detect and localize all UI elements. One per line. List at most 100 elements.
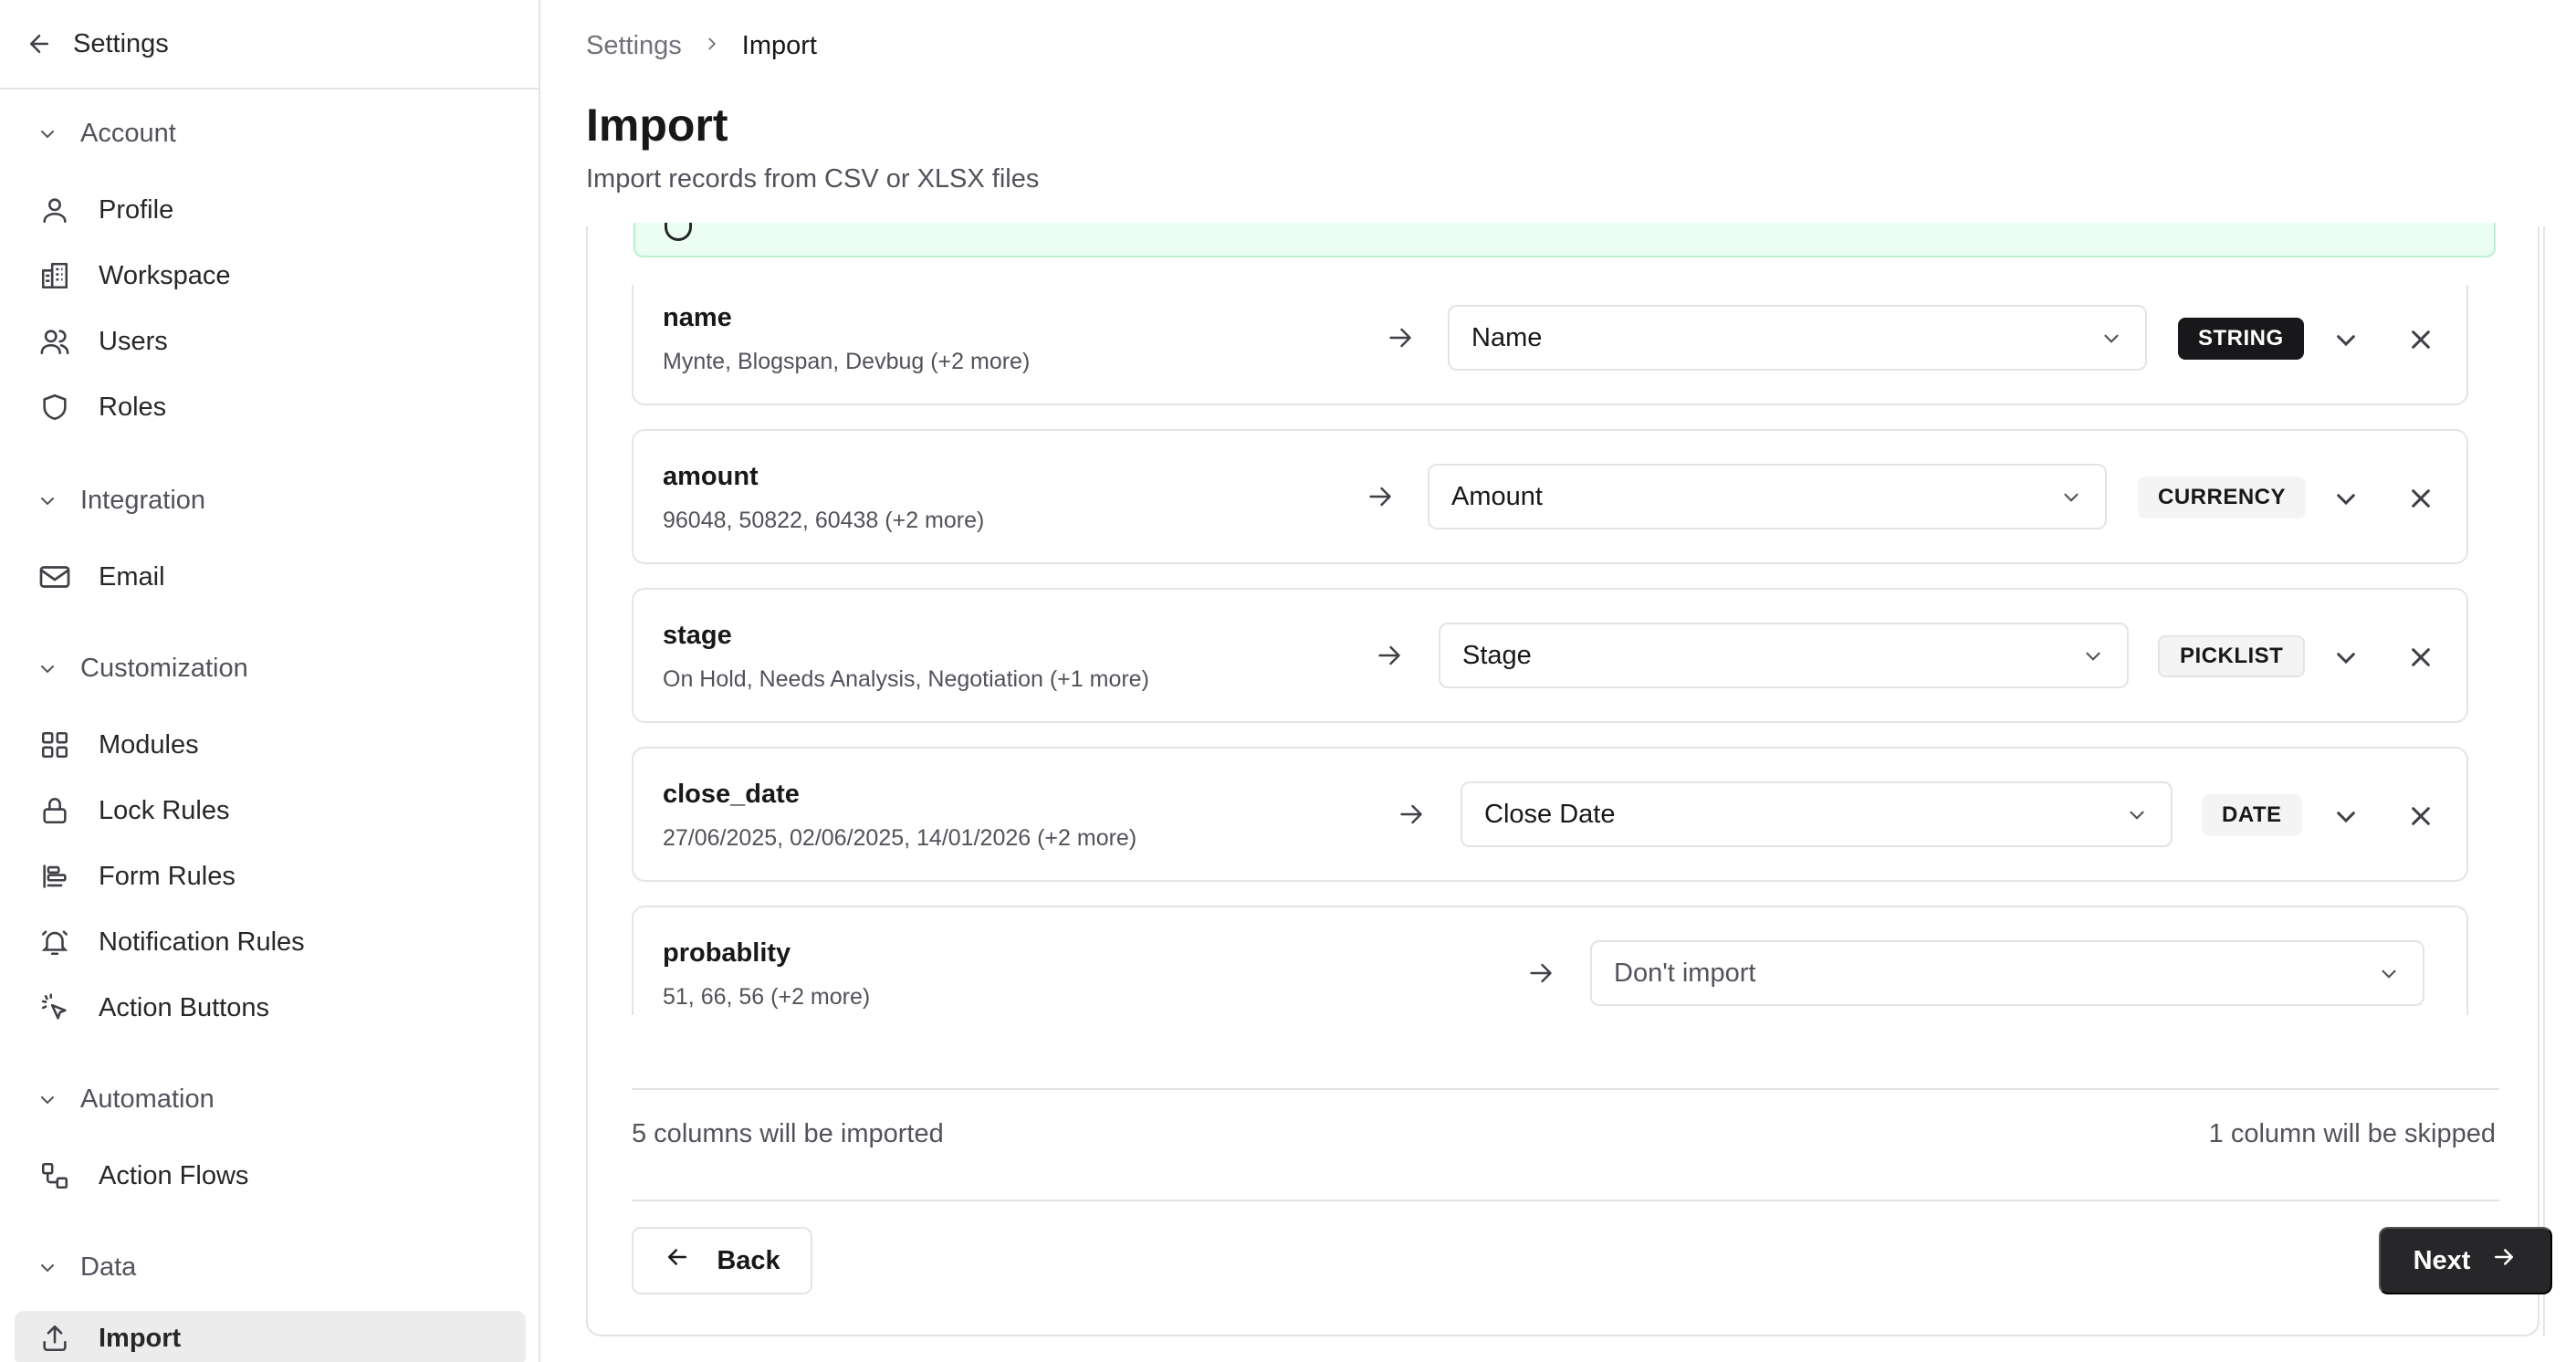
building-icon <box>37 257 73 294</box>
chevron-down-icon <box>2377 962 2401 993</box>
sidebar-item-roles[interactable]: Roles <box>15 380 526 435</box>
remove-mapping-button[interactable] <box>2403 321 2439 358</box>
field-type-badge: DATE <box>2202 794 2302 836</box>
next-button[interactable]: Next <box>2379 1227 2552 1294</box>
sidebar-item-notification-rules[interactable]: Notification Rules <box>15 915 526 969</box>
remove-mapping-button[interactable] <box>2403 639 2439 676</box>
breadcrumb-current: Import <box>741 31 817 60</box>
shield-icon <box>37 389 73 425</box>
group-toggle-data[interactable]: Data <box>37 1252 136 1283</box>
group-toggle-account[interactable]: Account <box>37 119 176 149</box>
select-value: Stage <box>1462 640 1532 670</box>
status-circle-icon <box>665 223 692 241</box>
arrow-right-icon <box>1384 321 1417 354</box>
sidebar-item-users[interactable]: Users <box>15 314 526 369</box>
imported-count-text: 5 columns will be imported <box>632 1119 944 1148</box>
target-field-select[interactable]: Stage <box>1439 623 2129 688</box>
back-button-label: Back <box>717 1245 780 1275</box>
target-field-select[interactable]: Name <box>1448 305 2147 371</box>
divider <box>632 1088 2499 1090</box>
arrow-left-icon <box>664 1243 691 1278</box>
bell-icon <box>37 924 73 960</box>
arrow-right-icon <box>1364 480 1397 513</box>
group-label: Automation <box>80 1084 215 1114</box>
target-field-select[interactable]: Don't import <box>1590 940 2424 1006</box>
target-field-select[interactable]: Amount <box>1428 464 2107 529</box>
chevron-down-icon <box>2081 644 2105 676</box>
sidebar-item-label: Roles <box>99 392 167 422</box>
mail-icon <box>37 559 73 595</box>
sidebar-item-workspace[interactable]: Workspace <box>15 248 526 303</box>
pointer-click-icon <box>37 990 73 1026</box>
back-button[interactable]: Back <box>632 1227 812 1294</box>
divider <box>632 1200 2499 1201</box>
users-icon <box>37 323 73 360</box>
group-toggle-automation[interactable]: Automation <box>37 1084 215 1115</box>
sidebar-item-modules[interactable]: Modules <box>15 718 526 772</box>
remove-mapping-button[interactable] <box>2403 798 2439 834</box>
field-type-badge: PICKLIST <box>2158 635 2306 677</box>
group-toggle-integration[interactable]: Integration <box>37 486 205 516</box>
chevron-down-icon <box>37 490 58 512</box>
chevron-down-icon <box>37 123 58 145</box>
group-label: Integration <box>80 486 206 515</box>
user-icon <box>37 192 73 228</box>
breadcrumb-settings-link[interactable]: Settings <box>586 31 682 61</box>
sidebar-item-label: Modules <box>99 729 199 760</box>
group-label: Customization <box>80 654 248 683</box>
sidebar-item-label: Email <box>99 561 165 592</box>
sidebar-item-profile[interactable]: Profile <box>15 183 526 237</box>
expand-options-button[interactable] <box>2328 480 2364 517</box>
grid-icon <box>37 727 73 763</box>
sidebar-item-label: Action Flows <box>99 1160 249 1190</box>
select-value: Amount <box>1451 481 1543 511</box>
group-label: Data <box>80 1252 137 1282</box>
chevron-right-icon <box>702 31 722 61</box>
expand-options-button[interactable] <box>2328 321 2364 358</box>
expand-options-button[interactable] <box>2328 798 2364 834</box>
align-left-icon <box>37 858 73 895</box>
import-mapping-card: name Mynte, Blogspan, Devbug (+2 more) N… <box>586 223 2552 1336</box>
sidebar-item-action-buttons[interactable]: Action Buttons <box>15 980 526 1035</box>
chevron-down-icon <box>37 658 58 680</box>
workflow-icon <box>37 1158 73 1194</box>
sidebar-item-import[interactable]: Import <box>15 1311 526 1362</box>
sidebar-back-label: Settings <box>73 28 169 58</box>
lock-icon <box>37 792 73 829</box>
select-value: Don't import <box>1614 958 1756 988</box>
chevron-down-icon <box>2059 486 2083 517</box>
sidebar-item-label: Action Buttons <box>99 992 269 1022</box>
field-type-badge: STRING <box>2178 318 2304 360</box>
sidebar-item-label: Form Rules <box>99 861 236 891</box>
sidebar-back-link[interactable]: Settings <box>0 0 539 89</box>
chevron-down-icon <box>2125 803 2149 834</box>
arrow-right-icon <box>1373 639 1406 672</box>
upload-icon <box>37 1320 73 1357</box>
mapping-row: probablity 51, 66, 56 (+2 more) Don't im… <box>632 906 2468 1015</box>
group-label: Account <box>80 119 176 148</box>
source-column-name: close_date <box>663 780 800 809</box>
expand-options-button[interactable] <box>2328 639 2364 676</box>
chevron-down-icon <box>37 1257 58 1279</box>
select-value: Close Date <box>1484 799 1616 829</box>
arrow-right-icon <box>1395 798 1428 831</box>
remove-mapping-button[interactable] <box>2403 480 2439 517</box>
skipped-count-text: 1 column will be skipped <box>2208 1119 2496 1148</box>
page-title: Import <box>586 100 728 151</box>
scroll-area-edge <box>2543 226 2545 1336</box>
next-button-label: Next <box>2413 1245 2471 1275</box>
sidebar-item-form-rules[interactable]: Form Rules <box>15 849 526 904</box>
sidebar-item-action-flows[interactable]: Action Flows <box>15 1148 526 1203</box>
group-toggle-customization[interactable]: Customization <box>37 654 248 684</box>
column-mapping-list[interactable]: name Mynte, Blogspan, Devbug (+2 more) N… <box>632 285 2503 1015</box>
sample-values: 51, 66, 56 (+2 more) <box>663 984 871 1010</box>
target-field-select[interactable]: Close Date <box>1461 781 2173 847</box>
sidebar-item-email[interactable]: Email <box>15 550 526 604</box>
sidebar-item-lock-rules[interactable]: Lock Rules <box>15 783 526 838</box>
settings-sidebar: Settings Account Profile Workspace Users… <box>0 0 540 1362</box>
arrow-right-icon <box>1524 957 1557 990</box>
sample-values: 96048, 50822, 60438 (+2 more) <box>663 508 985 533</box>
source-column-name: amount <box>663 462 759 491</box>
mapping-row: close_date 27/06/2025, 02/06/2025, 14/01… <box>632 747 2468 882</box>
chevron-down-icon <box>37 1089 58 1111</box>
